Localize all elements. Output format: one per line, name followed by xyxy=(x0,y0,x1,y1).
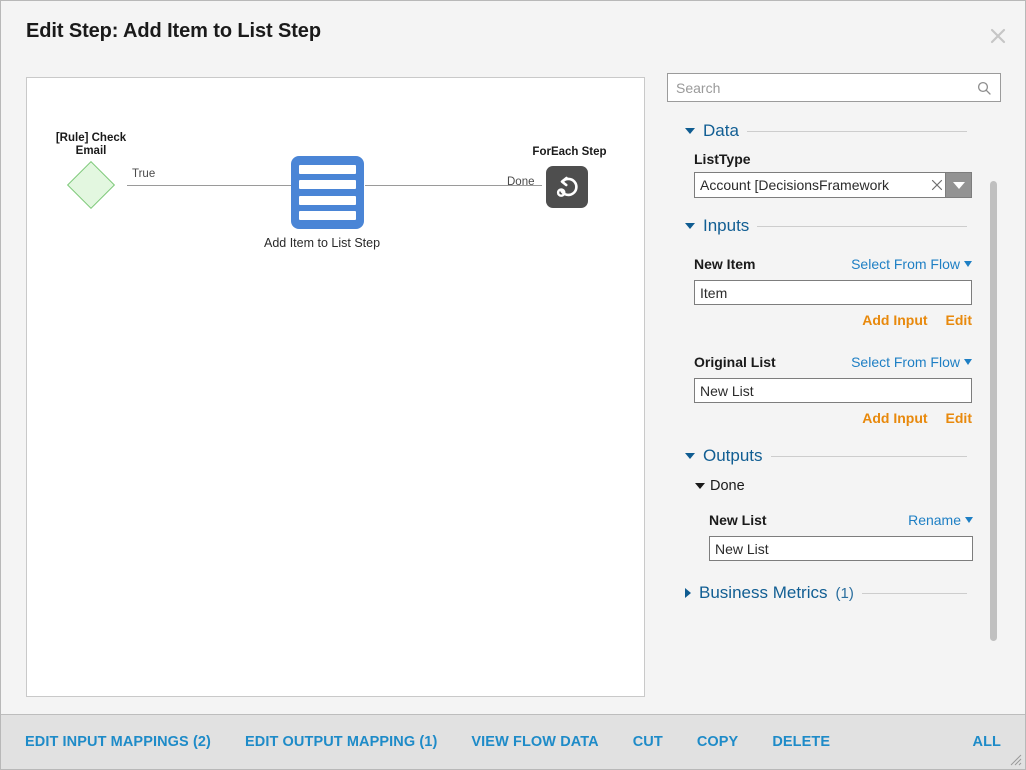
loop-icon xyxy=(556,176,578,197)
edit-output-mapping-button[interactable]: EDIT OUTPUT MAPPING (1) xyxy=(245,734,437,750)
field-label-new-item: New Item xyxy=(694,256,756,272)
section-header-business-metrics[interactable]: Business Metrics (1) xyxy=(685,583,967,603)
chevron-down-icon xyxy=(952,181,965,189)
list-type-dropdown-arrow[interactable] xyxy=(945,173,971,197)
cut-button[interactable]: CUT xyxy=(633,734,663,750)
section-rule xyxy=(746,130,967,132)
business-metrics-count: (1) xyxy=(835,584,854,602)
close-button[interactable] xyxy=(985,23,1011,49)
chevron-down-icon xyxy=(695,483,705,489)
section-header-data[interactable]: Data xyxy=(685,121,967,141)
field-original-list-header: Original List Select From Flow xyxy=(694,354,972,370)
edge-label-done: Done xyxy=(507,176,535,188)
chevron-down-icon xyxy=(685,453,695,459)
section-title-business-metrics: Business Metrics xyxy=(699,583,828,602)
new-item-edit-button[interactable]: Edit xyxy=(946,312,972,328)
page-title: Edit Step: Add Item to List Step xyxy=(26,20,321,42)
list-type-dropdown[interactable]: Account [DecisionsFramework xyxy=(694,172,972,198)
original-list-edit-button[interactable]: Edit xyxy=(946,410,972,426)
chevron-down-icon xyxy=(965,517,973,523)
new-item-add-input-button[interactable]: Add Input xyxy=(862,312,927,328)
field-original-list: Original List Select From Flow Add Input… xyxy=(694,354,972,426)
list-row-4 xyxy=(299,210,356,220)
field-output-new-list: New List Rename xyxy=(709,512,973,561)
new-item-actions: Add Input Edit xyxy=(694,312,972,328)
node-label-rule: [Rule] Check Email xyxy=(55,132,127,157)
output-group-done[interactable]: Done xyxy=(695,478,983,494)
field-new-item: New Item Select From Flow Add Input Edit xyxy=(694,256,972,328)
edit-step-dialog: Edit Step: Add Item to List Step [Rule] … xyxy=(0,0,1026,770)
clear-x-icon xyxy=(931,179,943,191)
node-foreach-step[interactable] xyxy=(546,166,588,208)
search-box[interactable] xyxy=(667,73,1001,102)
section-title-outputs: Outputs xyxy=(703,446,763,465)
section-title-inputs: Inputs xyxy=(703,216,750,235)
chevron-down-icon xyxy=(964,359,972,365)
copy-button[interactable]: COPY xyxy=(697,734,739,750)
search-icon-wrap[interactable] xyxy=(977,81,1000,95)
panel-scroll-area[interactable]: Data ListType Account [DecisionsFramewor… xyxy=(667,113,1003,733)
dialog-body: [Rule] Check Email True Add Item to List… xyxy=(1,62,1025,733)
view-flow-data-button[interactable]: VIEW FLOW DATA xyxy=(471,734,598,750)
output-group-done-label: Done xyxy=(710,478,745,494)
properties-panel: Data ListType Account [DecisionsFramewor… xyxy=(667,73,1003,733)
chevron-down-icon xyxy=(685,223,695,229)
panel-content: Data ListType Account [DecisionsFramewor… xyxy=(667,121,983,603)
panel-scrollbar-thumb[interactable] xyxy=(990,181,997,641)
new-item-select-from-flow[interactable]: Select From Flow xyxy=(851,256,972,272)
section-rule xyxy=(861,592,967,594)
chevron-right-icon xyxy=(685,588,691,598)
node-label-foreach: ForEach Step xyxy=(532,146,607,158)
field-new-item-header: New Item Select From Flow xyxy=(694,256,972,272)
original-list-actions: Add Input Edit xyxy=(694,410,972,426)
list-type-clear-button[interactable] xyxy=(929,173,945,197)
field-label-list-type: ListType xyxy=(694,151,751,167)
resize-grip-icon[interactable] xyxy=(1008,752,1022,766)
chevron-down-icon xyxy=(964,261,972,267)
edit-input-mappings-button[interactable]: EDIT INPUT MAPPINGS (2) xyxy=(25,734,211,750)
original-list-select-from-flow-label: Select From Flow xyxy=(851,354,960,370)
footer-action-links: EDIT INPUT MAPPINGS (2) EDIT OUTPUT MAPP… xyxy=(25,734,830,750)
flow-canvas[interactable]: [Rule] Check Email True Add Item to List… xyxy=(26,77,645,697)
field-list-type: ListType Account [DecisionsFramework xyxy=(694,151,983,198)
dialog-footer: EDIT INPUT MAPPINGS (2) EDIT OUTPUT MAPP… xyxy=(1,714,1025,769)
all-button[interactable]: ALL xyxy=(973,734,1002,750)
field-label-original-list: Original List xyxy=(694,354,776,370)
section-header-outputs[interactable]: Outputs xyxy=(685,446,967,466)
list-row-2 xyxy=(299,180,356,190)
section-header-inputs[interactable]: Inputs xyxy=(685,216,967,236)
section-rule xyxy=(770,455,967,457)
list-row-3 xyxy=(299,195,356,205)
edge-label-true: True xyxy=(132,168,156,180)
close-icon xyxy=(990,28,1006,44)
chevron-down-icon xyxy=(685,128,695,134)
new-item-select-from-flow-label: Select From Flow xyxy=(851,256,960,272)
search-icon xyxy=(977,81,991,95)
section-title-data: Data xyxy=(703,121,739,140)
original-list-input[interactable] xyxy=(694,378,972,403)
original-list-select-from-flow[interactable]: Select From Flow xyxy=(851,354,972,370)
dialog-titlebar: Edit Step: Add Item to List Step xyxy=(1,1,1025,62)
node-rule-check-email[interactable] xyxy=(66,160,116,210)
edge-true xyxy=(127,185,292,186)
field-output-new-list-header: New List Rename xyxy=(709,512,973,528)
section-rule xyxy=(757,225,967,227)
node-add-item-to-list-step[interactable] xyxy=(291,156,364,229)
output-new-list-input[interactable] xyxy=(709,536,973,561)
field-label-output-new-list: New List xyxy=(709,512,767,528)
output-new-list-rename-label: Rename xyxy=(908,512,961,528)
original-list-add-input-button[interactable]: Add Input xyxy=(862,410,927,426)
search-input[interactable] xyxy=(668,78,977,97)
node-caption-add-item: Add Item to List Step xyxy=(264,236,381,250)
new-item-input[interactable] xyxy=(694,280,972,305)
delete-button[interactable]: DELETE xyxy=(772,734,830,750)
list-type-value: Account [DecisionsFramework xyxy=(700,177,890,193)
output-new-list-rename[interactable]: Rename xyxy=(908,512,973,528)
list-row-1 xyxy=(299,165,356,174)
